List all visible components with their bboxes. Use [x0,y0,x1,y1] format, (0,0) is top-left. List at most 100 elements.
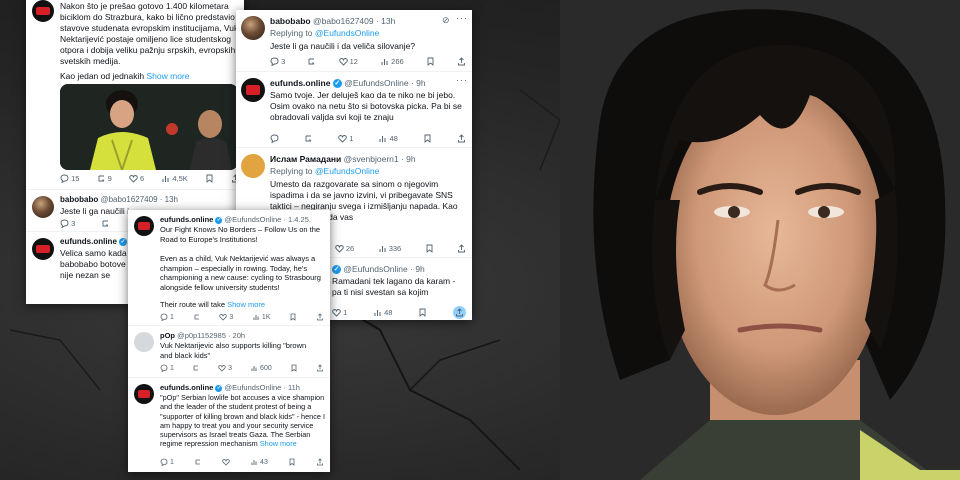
tweet-text: Ramadani tek lagano da karam - pa ti nis… [332,276,456,297]
share-button[interactable] [316,364,324,372]
retweet-button[interactable] [192,364,200,372]
views-icon [251,366,257,371]
share-button[interactable] [457,57,466,66]
like-icon [218,365,226,372]
avatar [134,216,154,236]
like-button[interactable]: 6 [129,174,144,183]
reply-count: 3 [281,57,286,66]
show-more-link[interactable]: Show more [260,439,297,448]
tweet-media[interactable] [60,84,238,170]
retweet-icon [194,314,199,320]
bookmark-button[interactable] [288,458,296,466]
retweet-button[interactable]: 9 [97,174,112,183]
views-button[interactable]: 4,5K [161,174,188,183]
author-name[interactable]: eufunds.online [270,78,330,88]
like-button[interactable]: 12 [338,57,358,66]
views-button[interactable]: 1K [252,313,270,321]
bookmark-button[interactable] [423,134,432,143]
share-button[interactable] [316,313,324,321]
reply-button[interactable]: 3 [270,57,285,66]
like-button[interactable]: 1 [338,134,353,143]
retweet-button[interactable] [193,313,201,321]
avatar [134,384,154,404]
tweet-header: babobabo @babo1627409 · 13h [60,195,178,204]
tweet-text-2: Kao jedan od jednakih Show more [60,71,240,82]
tweet-actions: 1 3 1K [160,313,324,321]
tweet-text: Jeste li ga naučili i da veliča silovanj… [270,41,416,51]
like-button[interactable]: 1 [332,308,347,317]
bookmark-icon [427,57,434,66]
views-icon [253,315,259,320]
views-button[interactable]: 48 [373,308,392,317]
bookmark-icon [290,313,296,321]
tweet-text: Nakon što je prešao gotovo 1.400 kilomet… [60,1,240,67]
tweet-header: eufunds.online ✓ @EufundsOnline · 11h [160,383,300,392]
avatar [241,16,265,40]
author-name[interactable]: eufunds.online [160,383,213,392]
views-button[interactable]: 43 [250,458,268,466]
author-name[interactable]: eufunds.online [160,215,213,224]
views-count: 600 [260,364,272,372]
like-count: 1 [343,308,348,317]
like-button[interactable]: 26 [335,244,354,253]
share-button[interactable] [457,244,466,253]
tweet-actions: 1 48 [332,306,466,319]
bookmark-button[interactable] [418,308,427,317]
author-name[interactable]: pOp [160,331,175,340]
more-icon[interactable]: ··· [456,75,468,85]
grok-icon[interactable]: ⊘ [442,15,451,26]
bookmark-button[interactable] [425,244,434,253]
reply-icon [160,458,168,466]
tweet-actions: 15 9 6 4,5K [60,174,240,183]
share-icon [458,244,465,253]
reply-count: 1 [169,364,174,372]
like-count: 6 [139,174,145,183]
tweet-header: babobabo @babo1627409 · 13h [270,16,395,26]
replying-to-handle[interactable]: @EufundsOnline [315,166,379,176]
reply-count: 3 [71,219,76,228]
share-icon [317,313,323,321]
bookmark-button[interactable] [290,364,298,372]
reply-button[interactable]: 1 [160,458,174,466]
tweet-text: Our Fight Knows No Borders – Follow Us o… [160,225,321,244]
retweet-button[interactable] [101,219,110,228]
author-name[interactable]: eufunds.online [60,237,117,246]
reply-button[interactable]: 1 [160,364,174,372]
like-icon [219,314,228,321]
replying-to-handle[interactable]: @EufundsOnline [315,28,379,38]
reply-button[interactable]: 3 [60,219,75,228]
like-button[interactable]: 3 [218,364,232,372]
share-button[interactable] [316,458,324,466]
views-button[interactable]: 266 [380,57,404,66]
reply-button[interactable] [270,134,279,143]
verified-icon: ✓ [215,216,223,224]
like-button[interactable]: 3 [219,313,233,321]
bookmark-button[interactable] [426,57,435,66]
author-name[interactable]: babobabo [60,195,98,204]
author-name[interactable]: Ислам Рамадани [270,154,341,164]
bookmark-button[interactable] [289,313,297,321]
show-more-link[interactable]: Show more [227,300,265,309]
portrait-photo [560,0,960,480]
share-button[interactable] [453,306,466,319]
bookmark-button[interactable] [205,174,214,183]
retweet-button[interactable] [307,57,316,66]
verified-icon: ✓ [119,237,128,246]
retweet-button[interactable] [194,458,202,466]
views-count: 336 [388,244,402,253]
retweet-icon [305,135,312,142]
reply-button[interactable]: 1 [160,313,174,321]
retweet-button[interactable] [304,134,313,143]
views-button[interactable]: 600 [250,364,272,372]
show-more-link[interactable]: Show more [147,71,190,81]
tweet-screenshot-card-3: eufunds.online ✓ @EufundsOnline · 1.4.25… [128,210,330,472]
author-name[interactable]: babobabo [270,16,311,26]
tweet-1: babobabo @babo1627409 · 13h ⊘ ··· Replyi… [236,10,472,72]
bookmark-icon [426,244,433,253]
views-button[interactable]: 48 [378,134,398,143]
share-button[interactable] [457,134,466,143]
views-button[interactable]: 336 [378,244,402,253]
reply-button[interactable]: 15 [60,174,79,183]
more-icon[interactable]: ··· [456,13,468,23]
like-button[interactable] [222,458,230,466]
